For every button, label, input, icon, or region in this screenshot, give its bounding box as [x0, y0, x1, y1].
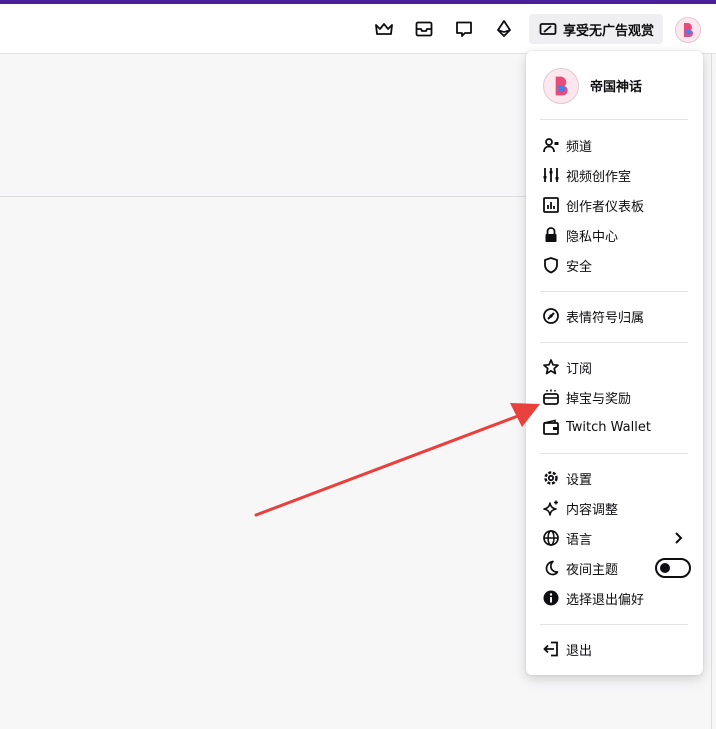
- ad-free-label: 享受无广告观赏: [563, 23, 655, 39]
- whispers-icon[interactable]: [453, 18, 475, 40]
- chevron-right-icon: [671, 530, 685, 546]
- menu-item-label: 掉宝与奖励: [566, 391, 632, 407]
- menu-item-emote-attribution[interactable]: 表情符号归属: [534, 302, 695, 330]
- ad-free-button[interactable]: 享受无广告观赏: [529, 14, 663, 44]
- menu-item-label: 频道: [566, 139, 593, 155]
- menu-separator: [540, 453, 688, 454]
- lock-icon: [542, 226, 560, 244]
- menu-item-drops-rewards[interactable]: 掉宝与奖励: [534, 383, 695, 411]
- sparkle-icon: [542, 499, 560, 517]
- menu-item-label: 表情符号归属: [566, 310, 645, 326]
- menu-item-label: 设置: [566, 472, 593, 488]
- menu-item-label: 夜间主题: [566, 562, 619, 578]
- dashboard-icon: [542, 196, 560, 214]
- username: 帝国神话: [590, 80, 643, 95]
- menu-item-content-tuning[interactable]: 内容调整: [534, 494, 695, 522]
- menu-item-dark-theme[interactable]: 夜间主题: [534, 554, 695, 582]
- menu-item-label: 订阅: [566, 361, 593, 377]
- globe-icon: [542, 529, 560, 547]
- menu-item-label: 隐私中心: [566, 229, 619, 245]
- menu-item-label: 视频创作室: [566, 169, 632, 185]
- menu-item-security[interactable]: 安全: [534, 251, 695, 279]
- menu-item-twitch-wallet[interactable]: Twitch Wallet: [534, 413, 695, 441]
- menu-separator: [540, 624, 688, 625]
- emote-icon: [542, 307, 560, 325]
- content-divider: [0, 196, 526, 197]
- menu-item-label: 安全: [566, 259, 593, 275]
- shield-icon: [542, 256, 560, 274]
- channel-icon: [542, 136, 560, 154]
- menu-item-label: 选择退出偏好: [566, 592, 645, 608]
- menu-item-label: 退出: [566, 643, 593, 659]
- menu-user-header: 帝国神话: [526, 51, 703, 119]
- menu-item-language[interactable]: 语言: [534, 524, 695, 552]
- toggle-knob: [660, 563, 670, 573]
- drops-icon: [542, 388, 560, 406]
- menu-separator: [540, 119, 688, 120]
- moon-icon: [542, 559, 560, 577]
- menu-separator: [540, 291, 688, 292]
- crown-icon[interactable]: [373, 18, 395, 40]
- scrollbar-track: [711, 54, 712, 729]
- avatar[interactable]: [675, 17, 701, 43]
- menu-separator: [540, 342, 688, 343]
- menu-item-label: Twitch Wallet: [566, 419, 651, 435]
- menu-item-channel[interactable]: 频道: [534, 131, 695, 159]
- inbox-icon[interactable]: [413, 18, 435, 40]
- menu-item-opt-out-preferences[interactable]: 选择退出偏好: [534, 584, 695, 612]
- menu-item-creator-dashboard[interactable]: 创作者仪表板: [534, 191, 695, 219]
- wallet-icon: [542, 418, 560, 436]
- info-icon: [542, 589, 560, 607]
- star-icon: [542, 358, 560, 376]
- menu-item-label: 创作者仪表板: [566, 199, 645, 215]
- menu-item-subscriptions[interactable]: 订阅: [534, 353, 695, 381]
- top-nav-bar: 享受无广告观赏: [0, 4, 716, 54]
- menu-item-logout[interactable]: 退出: [534, 635, 695, 663]
- menu-item-video-studio[interactable]: 视频创作室: [534, 161, 695, 189]
- menu-item-label: 语言: [566, 532, 593, 548]
- menu-item-label: 内容调整: [566, 502, 619, 518]
- logout-icon: [542, 640, 560, 658]
- user-dropdown-menu: 帝国神话 频道 视频创作室 创作者仪表板 隐私中心 安全 表情符号归属 订阅 掉…: [526, 51, 703, 675]
- bits-icon[interactable]: [493, 18, 515, 40]
- sliders-icon: [542, 166, 560, 184]
- dark-theme-toggle[interactable]: [655, 558, 691, 578]
- menu-item-privacy-center[interactable]: 隐私中心: [534, 221, 695, 249]
- menu-item-settings[interactable]: 设置: [534, 464, 695, 492]
- ad-free-icon: [539, 21, 557, 37]
- gear-icon: [542, 469, 560, 487]
- user-avatar: [543, 68, 579, 104]
